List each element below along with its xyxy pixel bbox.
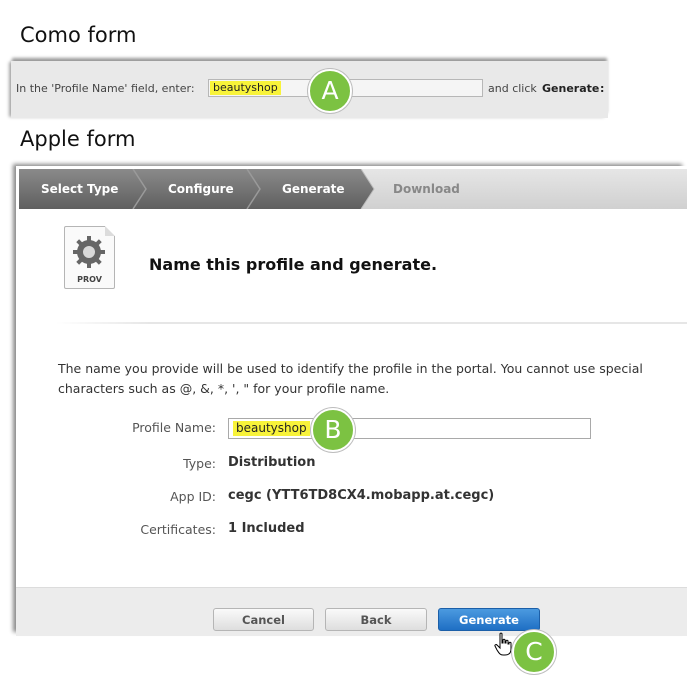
profile-name-input[interactable]: beautyshop: [228, 418, 591, 439]
como-generate-colon: :: [600, 82, 605, 95]
wizard-step-download: Download: [393, 182, 460, 196]
certificates-value: 1 Included: [228, 521, 305, 536]
como-generate-label: Generate: [542, 82, 600, 95]
como-instruction-suffix: and click: [488, 82, 537, 95]
generate-button[interactable]: Generate: [438, 608, 540, 631]
apple-form-title: Apple form: [20, 127, 136, 151]
wizard-step-select-type: Select Type: [41, 182, 119, 196]
app-id-label: App ID:: [170, 489, 216, 504]
profile-name-label: Profile Name:: [132, 420, 216, 435]
callout-b: B: [311, 408, 355, 452]
profile-name-value: beautyshop: [233, 421, 310, 436]
hand-cursor-icon: [494, 632, 512, 656]
certificates-label: Certificates:: [140, 522, 216, 537]
cancel-button[interactable]: Cancel: [213, 608, 314, 631]
como-instruction-prefix: In the 'Profile Name' field, enter:: [16, 82, 195, 95]
profile-name-description: The name you provide will be used to ide…: [58, 361, 643, 396]
gear-icon: [73, 236, 105, 268]
app-id-value: cegc (YTT6TD8CX4.mobapp.at.cegc): [228, 488, 495, 503]
como-form-title: Como form: [20, 23, 137, 47]
type-value: Distribution: [228, 455, 316, 470]
prov-icon-label: PROV: [77, 275, 102, 284]
provisioning-profile-icon: PROV: [64, 226, 115, 289]
como-profile-name-value: beautyshop: [210, 81, 281, 95]
wizard-step-configure: Configure: [168, 182, 234, 196]
section-divider: [56, 322, 687, 324]
callout-c: C: [512, 630, 556, 674]
page-heading: Name this profile and generate.: [149, 255, 438, 274]
apple-form-card: Select Type Configure Generate Download …: [16, 166, 687, 636]
type-label: Type:: [183, 456, 216, 471]
wizard-steps: Select Type Configure Generate Download: [19, 169, 687, 209]
wizard-steps-background: [19, 169, 687, 209]
wizard-step-generate: Generate: [282, 182, 345, 196]
back-button[interactable]: Back: [325, 608, 427, 631]
callout-a: A: [308, 69, 352, 113]
